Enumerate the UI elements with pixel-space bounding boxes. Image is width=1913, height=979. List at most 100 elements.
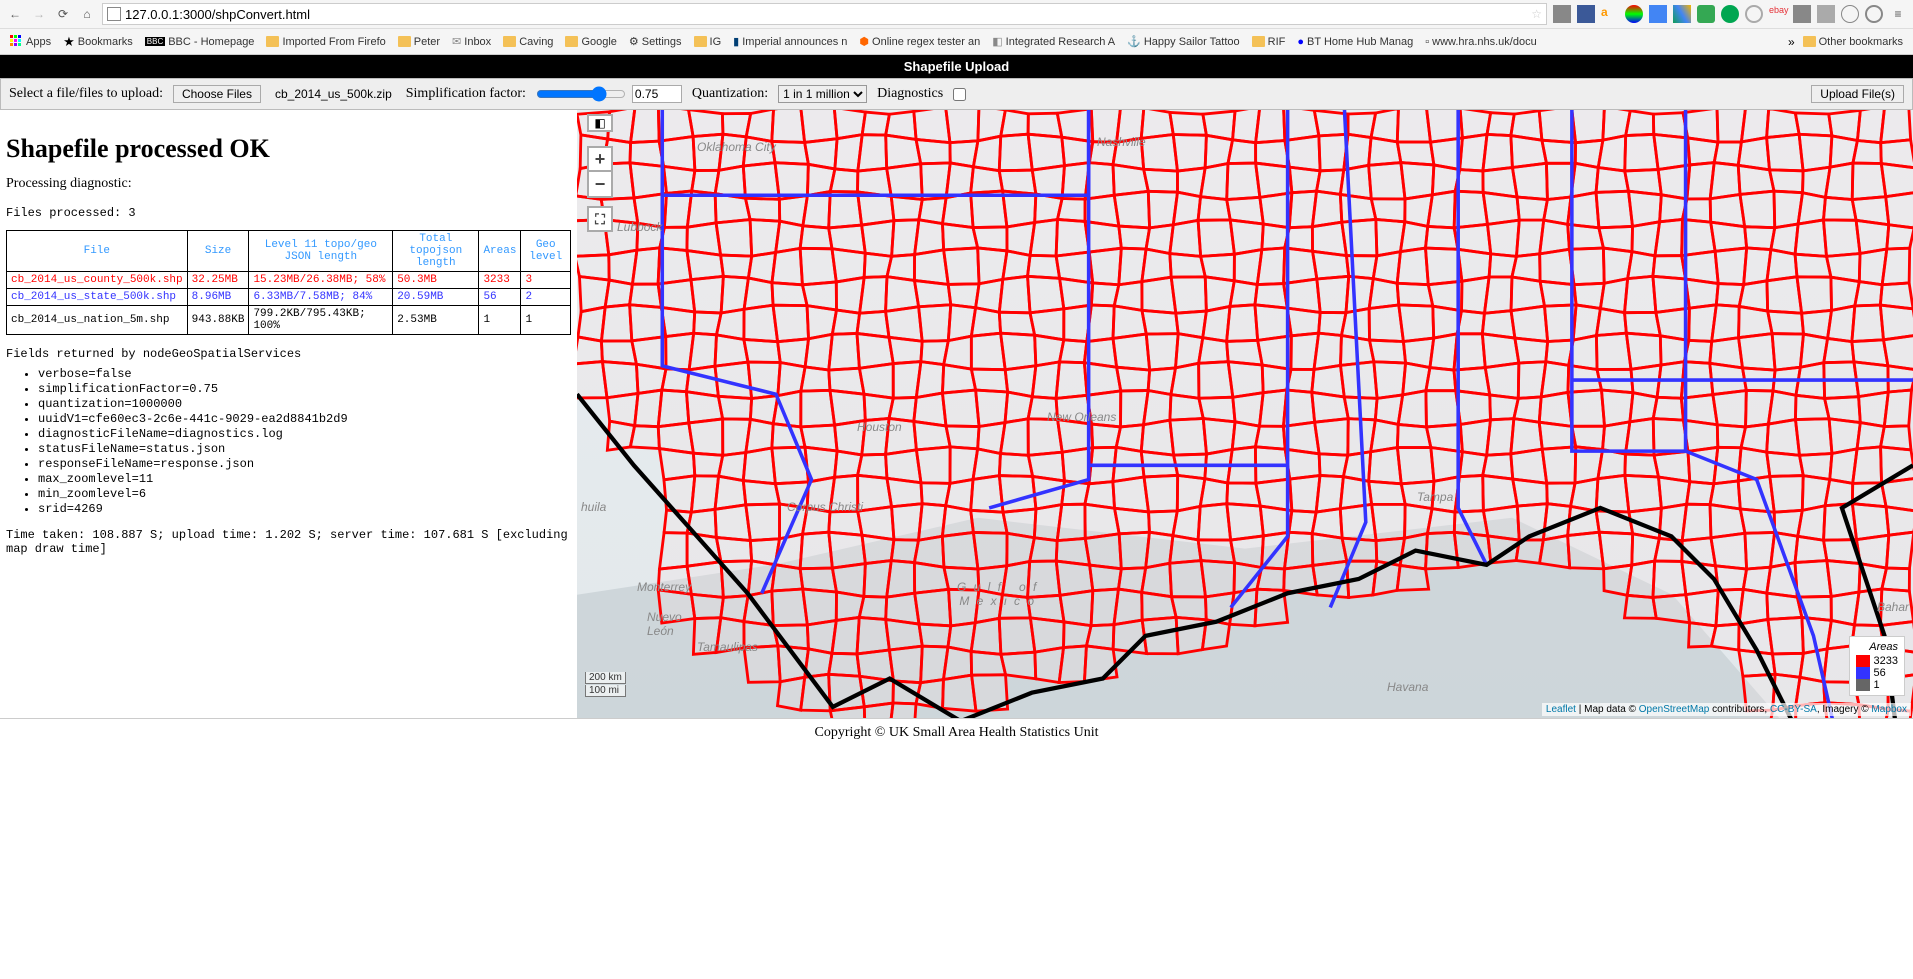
table-row: cb_2014_us_state_500k.shp8.96MB6.33MB/7.… (7, 289, 571, 306)
map-overlay (577, 110, 1913, 718)
attrib-text: | Map data © (1576, 704, 1639, 715)
ext-icon[interactable] (1721, 5, 1739, 23)
table-cell: cb_2014_us_state_500k.shp (7, 289, 188, 306)
ext-icon[interactable] (1865, 5, 1883, 23)
forward-icon[interactable]: → (30, 5, 48, 23)
star-icon[interactable]: ☆ (1531, 7, 1542, 21)
table-cell: 32.25MB (187, 272, 249, 289)
bookmark-item[interactable]: ◧Integrated Research A (988, 33, 1119, 50)
bookmark-item[interactable]: ✉Inbox (448, 33, 495, 50)
ext-icon[interactable] (1625, 5, 1643, 23)
bookmark-item[interactable]: ⚓Happy Sailor Tattoo (1123, 33, 1244, 50)
bookmark-label: Settings (642, 36, 682, 48)
zoom-in-button[interactable]: + (587, 146, 613, 172)
result-table: FileSizeLevel 11 topo/geo JSON lengthTot… (6, 230, 571, 335)
bookmark-folder[interactable]: Imported From Firefo (262, 34, 389, 50)
field-item: statusFileName=status.json (38, 442, 571, 456)
ext-icon[interactable] (1697, 5, 1715, 23)
table-cell: 6.33MB/7.58MB; 84% (249, 289, 393, 306)
legend-label: 56 (1874, 667, 1886, 679)
legend-row: 56 (1856, 667, 1898, 679)
home-icon[interactable]: ⌂ (78, 5, 96, 23)
ext-icon[interactable] (1817, 5, 1835, 23)
bookmark-item[interactable]: ⬢Online regex tester an (855, 33, 984, 50)
legend-swatch (1856, 679, 1870, 691)
mail-icon: ✉ (452, 35, 461, 48)
ext-icon[interactable] (1577, 5, 1595, 23)
map-label: Lubbock (617, 220, 662, 234)
bookmark-label: Peter (414, 36, 440, 48)
folder-icon (503, 36, 516, 47)
field-item: uuidV1=cfe60ec3-2c6e-441c-9029-ea2d8841b… (38, 412, 571, 426)
simplification-input[interactable] (632, 85, 682, 103)
simplification-slider[interactable] (536, 86, 626, 102)
other-bookmarks[interactable]: Other bookmarks (1799, 34, 1907, 50)
diagnostics-checkbox[interactable] (953, 88, 966, 101)
bookmark-folder[interactable]: IG (690, 34, 726, 50)
ext-icon[interactable] (1841, 5, 1859, 23)
table-cell: 1 (479, 306, 521, 335)
bookmark-item[interactable]: ▫www.hra.nhs.uk/docu (1421, 34, 1540, 50)
bookmark-label: Google (581, 36, 616, 48)
bookmark-item[interactable]: ▮Imperial announces n (729, 33, 851, 50)
table-cell: 3 (521, 272, 571, 289)
bookmark-item[interactable]: ⚙Settings (625, 33, 686, 50)
osm-link[interactable]: OpenStreetMap (1639, 704, 1710, 715)
bookmark-folder[interactable]: Peter (394, 34, 444, 50)
page-icon (107, 7, 121, 21)
fullscreen-button[interactable]: ⛶ (587, 206, 613, 232)
fields-returned-label: Fields returned by nodeGeoSpatialService… (6, 347, 571, 361)
choose-files-button[interactable]: Choose Files (173, 85, 261, 103)
bookmark-item[interactable]: ★Bookmarks (59, 32, 137, 52)
map-label: Corpus Christi (787, 500, 863, 514)
ext-icon[interactable] (1649, 5, 1667, 23)
folder-icon (694, 36, 707, 47)
map-legend: Areas 3233561 (1849, 636, 1905, 696)
address-bar[interactable]: ☆ (102, 3, 1547, 25)
map-attribution: Leaflet | Map data © OpenStreetMap contr… (1542, 703, 1911, 716)
field-item: verbose=false (38, 367, 571, 381)
upload-button[interactable]: Upload File(s) (1811, 85, 1904, 103)
legend-swatch (1856, 655, 1870, 667)
url-input[interactable] (125, 7, 1527, 22)
folder-icon (266, 36, 279, 47)
map-label: New Orleans (1047, 410, 1116, 424)
mapbox-link[interactable]: Mapbox (1871, 704, 1907, 715)
bookmark-folder[interactable]: Caving (499, 34, 557, 50)
menu-icon[interactable]: ≡ (1889, 5, 1907, 23)
back-icon[interactable]: ← (6, 5, 24, 23)
page-icon: ⚓ (1127, 35, 1141, 48)
bookmark-item[interactable]: ●BT Home Hub Manag (1293, 34, 1417, 50)
map-pane[interactable]: huila Monterrey Nuevo León Tamaulipas Lu… (577, 110, 1913, 718)
simplification-label: Simplification factor: (406, 86, 526, 102)
zoom-out-button[interactable]: − (587, 172, 613, 198)
map[interactable]: huila Monterrey Nuevo León Tamaulipas Lu… (577, 110, 1913, 718)
page-icon: ▮ (733, 35, 739, 48)
amazon-icon[interactable]: a (1601, 5, 1619, 23)
results-pane: Shapefile processed OK Processing diagno… (0, 110, 577, 718)
overflow-icon[interactable]: » (1788, 35, 1795, 49)
processing-diagnostic-label: Processing diagnostic: (6, 176, 571, 192)
table-cell: 3233 (479, 272, 521, 289)
ext-icon[interactable] (1793, 5, 1811, 23)
scale-bar: 200 km 100 mi (585, 672, 626, 698)
legend-label: 1 (1874, 679, 1880, 691)
bookmark-item[interactable]: BBCBBC - Homepage (141, 34, 259, 50)
ext-icon[interactable] (1745, 5, 1763, 23)
cc-link[interactable]: CC-BY-SA (1770, 704, 1817, 715)
drive-icon[interactable] (1673, 5, 1691, 23)
reload-icon[interactable]: ⟳ (54, 5, 72, 23)
folder-icon (398, 36, 411, 47)
table-header: Areas (479, 231, 521, 272)
table-cell: 56 (479, 289, 521, 306)
table-header: Geo level (521, 231, 571, 272)
files-processed: Files processed: 3 (6, 206, 571, 220)
ext-icon[interactable] (1553, 5, 1571, 23)
bookmark-folder[interactable]: RIF (1248, 34, 1290, 50)
ebay-icon[interactable]: ebay (1769, 5, 1787, 23)
leaflet-link[interactable]: Leaflet (1546, 704, 1576, 715)
layers-toggle[interactable]: ◧ (587, 114, 613, 132)
quantization-select[interactable]: 1 in 1 million (778, 85, 867, 103)
apps-shortcut[interactable]: Apps (6, 33, 55, 50)
bookmark-folder[interactable]: Google (561, 34, 620, 50)
